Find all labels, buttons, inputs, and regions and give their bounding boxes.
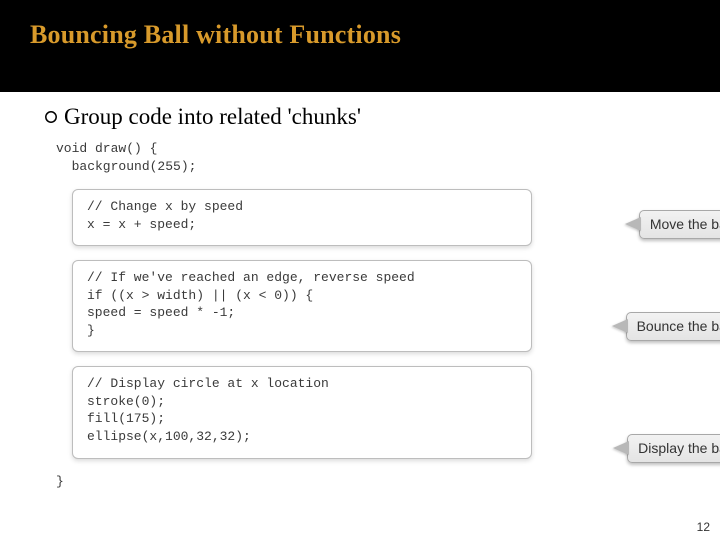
callout-tail-icon	[625, 217, 641, 231]
callout-display: Display the ball!	[613, 434, 720, 463]
callout-move: Move the ball!	[625, 210, 720, 239]
bullet-text: Group code into related 'chunks'	[64, 104, 361, 130]
bullet-item: Group code into related 'chunks'	[44, 104, 690, 130]
page-number: 12	[697, 520, 710, 534]
circle-bullet-icon	[44, 110, 58, 124]
code-line: x = x + speed;	[87, 216, 517, 234]
slide-title: Bouncing Ball without Functions	[30, 20, 720, 50]
code-line: speed = speed * -1;	[87, 304, 517, 322]
callout-bounce: Bounce the ball!	[612, 312, 720, 341]
code-line: stroke(0);	[87, 393, 517, 411]
code-chunk-bounce: // If we've reached an edge, reverse spe…	[72, 260, 532, 352]
code-line: if ((x > width) || (x < 0)) {	[87, 287, 517, 305]
code-comment: // Change x by speed	[87, 198, 517, 216]
code-line: background(255);	[44, 158, 690, 176]
slide-header: Bouncing Ball without Functions	[0, 0, 720, 92]
slide-body: Group code into related 'chunks' void dr…	[0, 92, 720, 490]
callout-tail-icon	[613, 441, 629, 455]
code-line: }	[87, 322, 517, 340]
callout-label: Bounce the ball!	[626, 312, 720, 341]
callout-label: Move the ball!	[639, 210, 720, 239]
callout-tail-icon	[612, 319, 628, 333]
code-line: }	[44, 473, 690, 491]
callout-label: Display the ball!	[627, 434, 720, 463]
code-line: ellipse(x,100,32,32);	[87, 428, 517, 446]
code-listing: void draw() { background(255); // Change…	[44, 140, 690, 490]
code-comment: // If we've reached an edge, reverse spe…	[87, 269, 517, 287]
code-chunk-display: // Display circle at x location stroke(0…	[72, 366, 532, 458]
code-chunk-move: // Change x by speed x = x + speed;	[72, 189, 532, 246]
code-line: fill(175);	[87, 410, 517, 428]
code-line: void draw() {	[44, 140, 690, 158]
code-comment: // Display circle at x location	[87, 375, 517, 393]
